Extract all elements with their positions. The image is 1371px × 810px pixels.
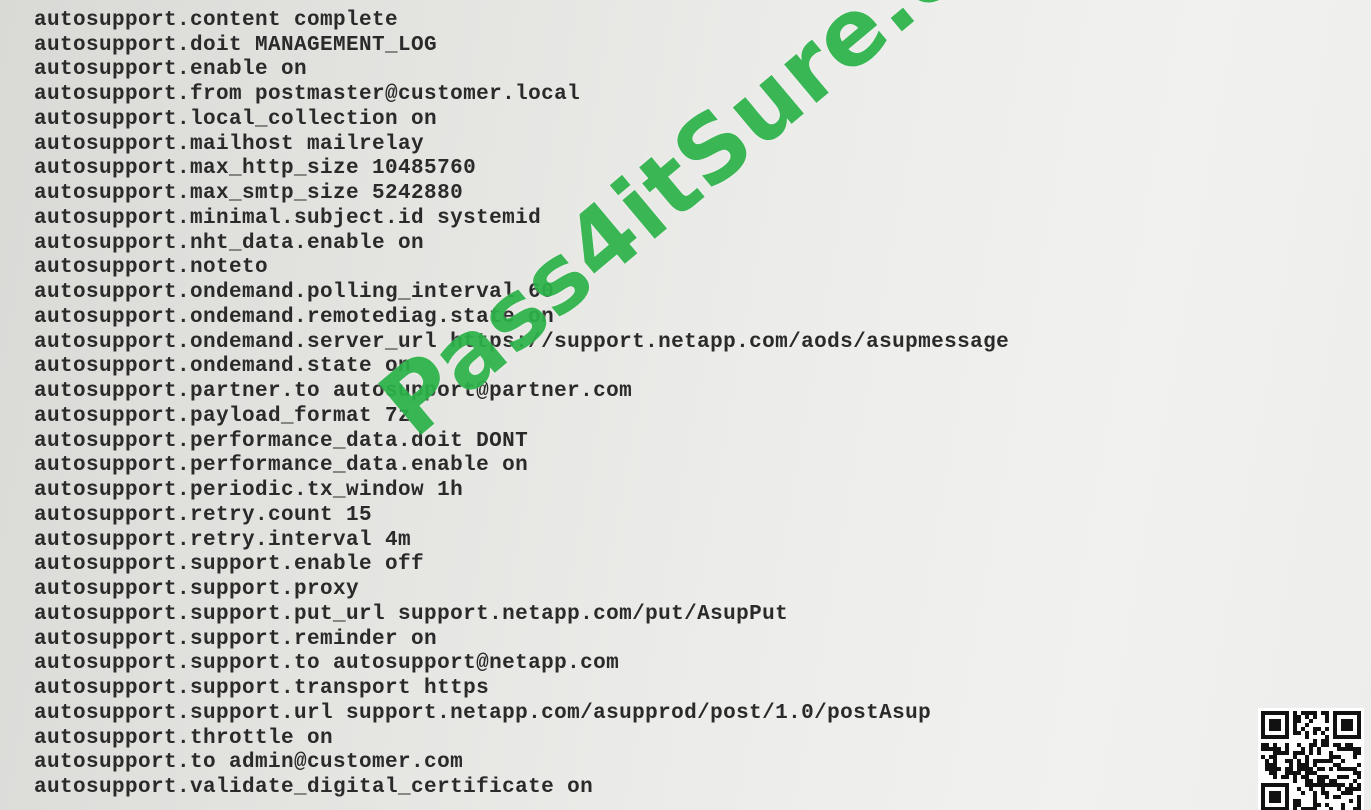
config-line: autosupport.retry.count 15 [34, 504, 373, 527]
config-line: autosupport.to admin@customer.com [34, 751, 464, 774]
config-line: autosupport.payload_format 7z [34, 405, 412, 428]
config-line: autosupport.validate_digital_certificate… [34, 776, 594, 799]
config-line: autosupport.throttle on [34, 727, 334, 750]
config-line: autosupport.retry.interval 4m [34, 529, 412, 552]
config-line: autosupport.max_smtp_size 5242880 [34, 182, 464, 205]
config-line: autosupport.noteto [34, 256, 269, 279]
config-line: autosupport.mailhost mailrelay [34, 133, 425, 156]
config-line: autosupport.periodic.tx_window 1h [34, 479, 464, 502]
config-line: autosupport.support.transport https [34, 677, 490, 700]
config-line: autosupport.partner.to autosupport@partn… [34, 380, 633, 403]
config-line: autosupport.nht_data.enable on [34, 232, 425, 255]
config-line: autosupport.ondemand.state on [34, 355, 412, 378]
config-line: autosupport.performance_data.enable on [34, 454, 529, 477]
config-line: autosupport.doit MANAGEMENT_LOG [34, 34, 438, 57]
config-line: autosupport.from postmaster@customer.loc… [34, 83, 581, 106]
config-line: autosupport.support.reminder on [34, 628, 438, 651]
config-line: autosupport.minimal.subject.id systemid [34, 207, 542, 230]
qr-code-icon [1258, 708, 1364, 810]
config-line: autosupport.support.proxy [34, 578, 360, 601]
config-line: autosupport.local_collection on [34, 108, 438, 131]
config-line: autosupport.support.put_url support.neta… [34, 603, 789, 626]
config-line: autosupport.support.url support.netapp.c… [34, 702, 932, 725]
config-line: autosupport.support.enable off [34, 553, 425, 576]
config-line: autosupport.support.to autosupport@netap… [34, 652, 620, 675]
config-line: autosupport.enable on [34, 58, 308, 81]
config-line: autosupport.content complete [34, 9, 399, 32]
config-line: autosupport.max_http_size 10485760 [34, 157, 477, 180]
